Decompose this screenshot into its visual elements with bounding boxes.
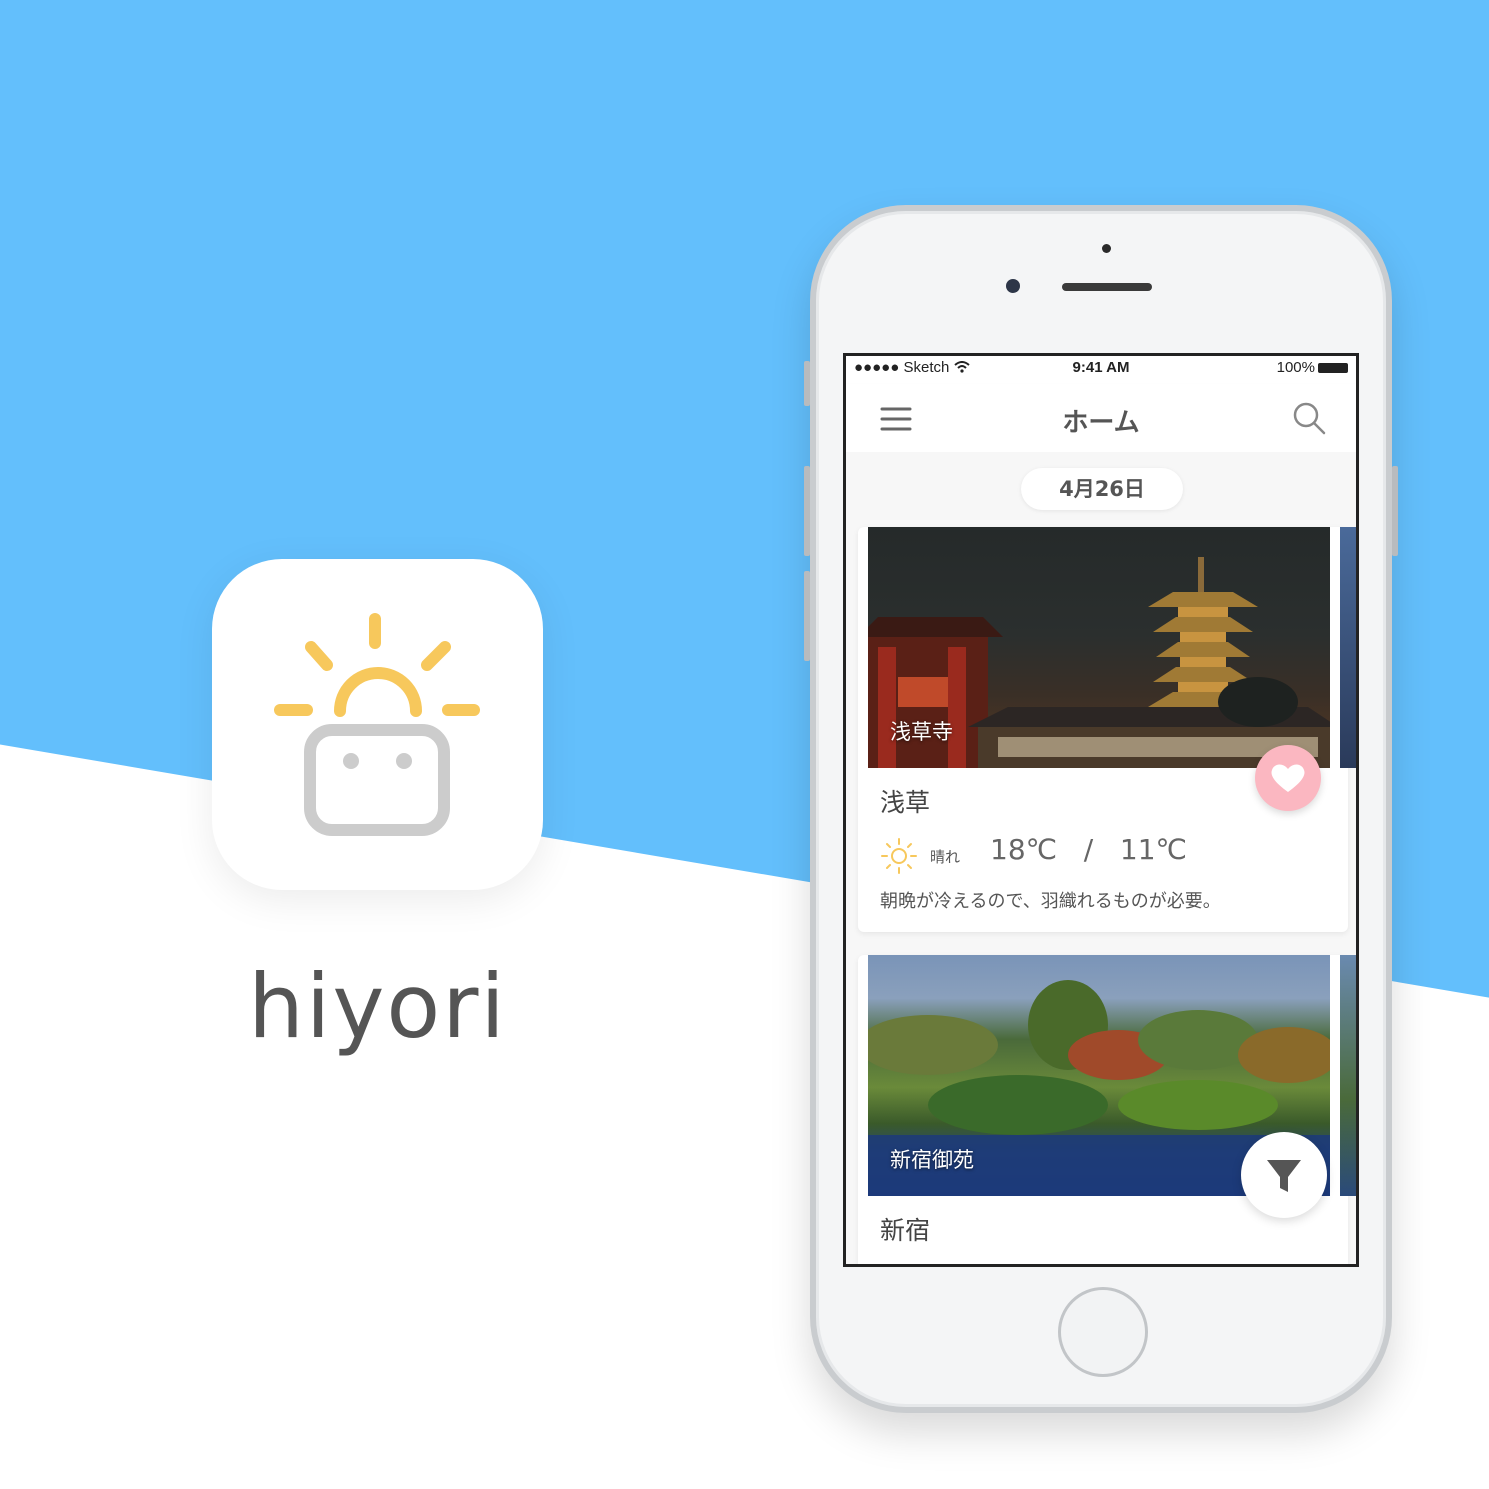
status-bar: ●●●●● Sketch 9:41 AM 100%: [846, 356, 1356, 378]
page-title: ホーム: [1062, 408, 1140, 438]
spot-card-shinjuku[interactable]: 新宿御苑 新宿: [858, 955, 1356, 1264]
spot-photo-label: 浅草寺: [890, 720, 953, 744]
spot-card-asakusa[interactable]: 浅草寺 浅草 晴れ 18℃ / 11℃ 朝晩が冷えるので、羽織れるものが必要。: [858, 527, 1356, 932]
high-temperature: 18℃: [990, 833, 1058, 866]
date-badge: 4月26日: [1021, 468, 1183, 510]
navigation-bar: ホーム: [846, 384, 1356, 452]
search-icon[interactable]: [1292, 401, 1326, 435]
next-card-peek[interactable]: [1340, 955, 1356, 1196]
volume-down-button: [804, 571, 810, 661]
favorite-button[interactable]: [1255, 745, 1321, 811]
power-button: [1392, 466, 1398, 556]
battery-icon: [1318, 363, 1348, 374]
weather-advice: 朝晩が冷えるので、羽織れるものが必要。: [880, 891, 1221, 912]
front-camera: [1006, 279, 1020, 293]
spot-photo-label: 新宿御苑: [890, 1148, 974, 1172]
proximity-sensor: [1102, 244, 1111, 253]
temperature-range: 18℃ / 11℃: [990, 833, 1187, 866]
spot-title: 浅草: [880, 788, 931, 817]
home-button[interactable]: [1058, 1287, 1148, 1377]
mute-switch: [804, 361, 810, 406]
low-temperature: 11℃: [1119, 833, 1187, 866]
feed: 4月26日 浅草寺 浅草 晴れ 18℃ / 11℃ 朝晩が冷えるので、羽織れるも…: [846, 452, 1356, 1264]
phone-mockup: ●●●●● Sketch 9:41 AM 100% ホーム 4月26日 浅草寺 …: [804, 205, 1398, 1413]
temperature-separator: /: [1083, 833, 1094, 866]
hiyori-logo-icon: [274, 613, 480, 836]
volume-up-button: [804, 466, 810, 556]
filter-button[interactable]: [1241, 1132, 1327, 1218]
next-card-peek[interactable]: [1340, 527, 1356, 768]
heart-icon: [1271, 764, 1305, 792]
spot-photo-sensoji[interactable]: 浅草寺: [868, 527, 1330, 768]
phone-screen: ●●●●● Sketch 9:41 AM 100% ホーム 4月26日 浅草寺 …: [843, 353, 1359, 1267]
app-name: hiyori: [248, 955, 507, 1058]
spot-title: 新宿: [880, 1216, 931, 1245]
filter-icon: [1267, 1160, 1301, 1192]
weather-condition: 晴れ: [930, 848, 961, 866]
app-icon: [212, 559, 543, 890]
sun-icon: [881, 838, 917, 874]
earpiece-speaker: [1062, 283, 1152, 291]
battery-status: 100%: [1277, 359, 1348, 376]
